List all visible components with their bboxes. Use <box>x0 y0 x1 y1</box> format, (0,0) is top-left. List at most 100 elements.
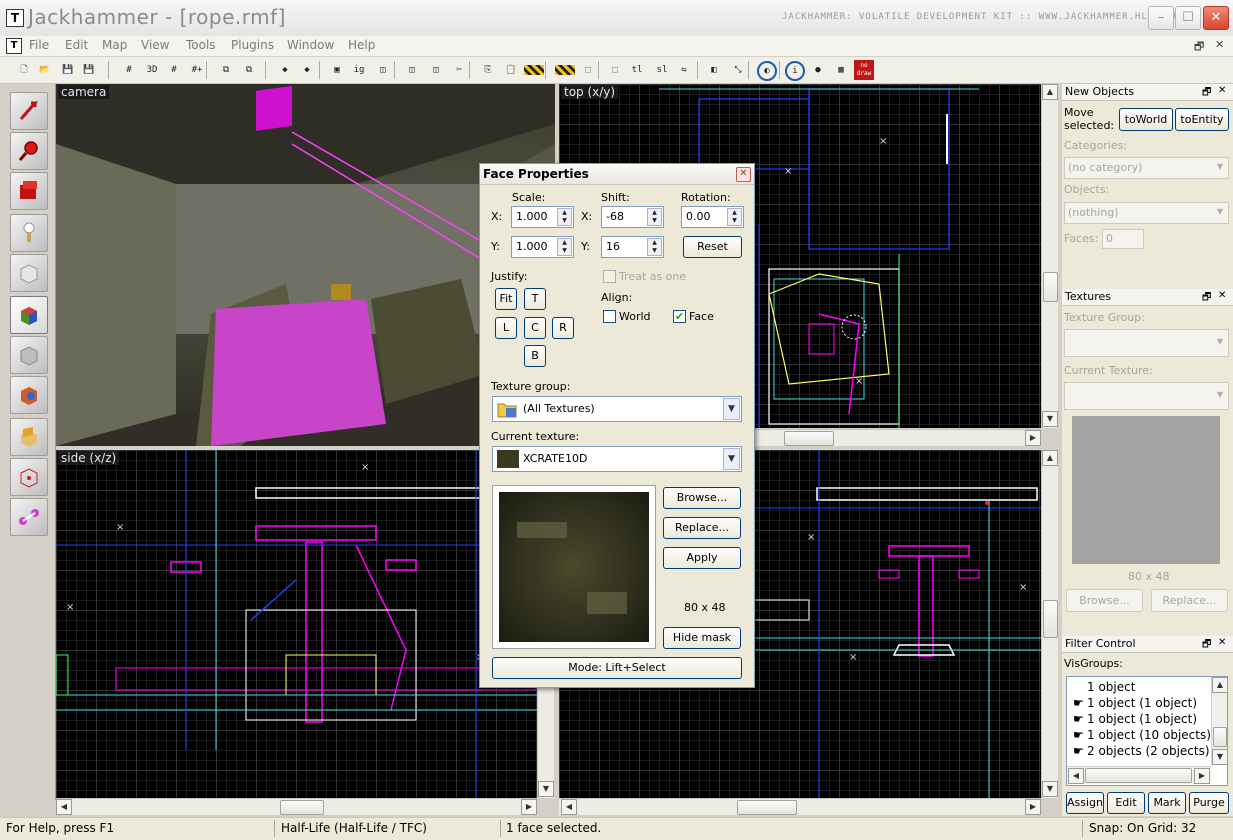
select-box-icon[interactable]: ⬚ <box>578 60 598 80</box>
current-texture-dropdown[interactable]: XCRATE10D ▼ <box>492 446 742 472</box>
info-icon[interactable]: i <box>785 61 805 81</box>
to-world-button[interactable]: toWorld <box>1119 108 1173 131</box>
spin-arrows-icon[interactable]: ▲ ▼ <box>647 208 662 226</box>
chevron-down-icon[interactable]: ▼ <box>723 448 740 470</box>
hazard-icon[interactable]: ▨ <box>524 65 544 75</box>
hide-mask-button[interactable]: Hide mask <box>663 627 741 649</box>
3d-grid-icon[interactable]: 3D <box>142 60 162 80</box>
panel-close-icon[interactable]: ✕ <box>1218 85 1226 96</box>
list-item[interactable]: 1 object <box>1087 680 1135 694</box>
ungroup-icon[interactable]: ⧉ <box>239 60 259 80</box>
entity-tool-icon[interactable] <box>10 214 48 252</box>
scroll-left-icon[interactable]: ◀ <box>561 799 577 815</box>
edit-button[interactable]: Edit <box>1107 792 1145 814</box>
textures-replace-button[interactable]: Replace... <box>1151 589 1228 612</box>
apply-texture-tool-icon[interactable] <box>10 336 48 374</box>
texture-lock-icon[interactable]: ◆ <box>297 60 317 80</box>
select-arrow-tool-icon[interactable] <box>10 92 48 130</box>
mode-button[interactable]: Mode: Lift+Select <box>492 657 742 679</box>
mdi-restore-icon[interactable]: 🗗 <box>1194 38 1204 57</box>
spin-arrows-icon[interactable]: ▲ ▼ <box>557 208 572 226</box>
scroll-thumb[interactable] <box>1043 272 1058 302</box>
spin-arrows-icon[interactable]: ▲ ▼ <box>557 238 572 256</box>
sl-icon[interactable]: sl <box>652 60 672 80</box>
rotation-field[interactable]: 0.00 ▲ ▼ <box>681 206 744 228</box>
shift-y-field[interactable]: 16 ▲ ▼ <box>601 236 664 258</box>
mark-button[interactable]: Mark <box>1148 792 1186 814</box>
shift-x-field[interactable]: -68 ▲ ▼ <box>601 206 664 228</box>
align-icon[interactable]: ◧ <box>704 60 724 80</box>
flip-icon[interactable]: ⇋ <box>674 60 694 80</box>
camera-tool-icon[interactable] <box>10 172 48 210</box>
top-vertical-scrollbar[interactable]: ▲ ▼ <box>1041 84 1058 428</box>
point-icon[interactable]: ● <box>808 60 828 80</box>
maximize-button[interactable]: ☐ <box>1175 6 1201 30</box>
paste-icon[interactable]: 📋 <box>501 60 521 80</box>
list-horizontal-scrollbar[interactable]: ◀ ▶ <box>1067 766 1211 784</box>
menu-map[interactable]: Map <box>102 38 127 52</box>
scale-y-field[interactable]: 1.000 ▲ ▼ <box>511 236 574 258</box>
textures-browse-button[interactable]: Browse... <box>1066 589 1143 612</box>
new-file-icon[interactable]: 🗋 <box>14 60 34 80</box>
menu-edit[interactable]: Edit <box>65 38 88 52</box>
clip-tool-icon[interactable] <box>10 458 48 496</box>
block-tool-icon[interactable] <box>10 254 48 292</box>
categories-dropdown[interactable]: (no category) ▼ <box>1064 157 1229 179</box>
side-viewport[interactable]: × × × × side (x/z) <box>56 450 537 798</box>
list-item[interactable]: 1 object (1 object) <box>1087 712 1197 726</box>
current-texture-dropdown[interactable]: ▼ <box>1064 382 1229 410</box>
align-face-checkbox[interactable]: ✔ <box>673 310 686 323</box>
magnify-tool-icon[interactable] <box>10 132 48 170</box>
align-world-checkbox[interactable] <box>603 310 616 323</box>
justify-left-button[interactable]: L <box>495 317 517 339</box>
save-icon[interactable]: 💾 <box>58 60 78 80</box>
group-icon[interactable]: ⧉ <box>216 60 236 80</box>
scroll-right-icon[interactable]: ▶ <box>1025 799 1041 815</box>
list-item[interactable]: 1 object (10 objects) <box>1087 728 1211 742</box>
no-draw-icon[interactable]: no draw <box>854 60 874 80</box>
texture-group-dropdown[interactable]: (All Textures) ▼ <box>492 396 742 422</box>
scroll-thumb[interactable] <box>1043 600 1058 638</box>
panel-restore-icon[interactable]: 🗗 <box>1202 637 1211 654</box>
vertex-tool-icon[interactable] <box>10 498 48 536</box>
objects-dropdown[interactable]: (nothing) ▼ <box>1064 202 1229 224</box>
grid-icon[interactable]: # <box>119 60 139 80</box>
minimize-button[interactable]: – <box>1148 6 1174 30</box>
side-horizontal-scrollbar[interactable]: ◀ ▶ <box>56 798 537 815</box>
sphere-icon[interactable]: ◐ <box>757 61 777 81</box>
justify-right-button[interactable]: R <box>552 317 574 339</box>
menu-help[interactable]: Help <box>348 38 375 52</box>
menu-tools[interactable]: Tools <box>186 38 216 52</box>
spin-arrows-icon[interactable]: ▲ ▼ <box>727 208 742 226</box>
scroll-right-icon[interactable]: ▶ <box>1194 768 1210 784</box>
dialog-close-icon[interactable]: ✕ <box>736 167 751 182</box>
scroll-up-icon[interactable]: ▲ <box>1042 450 1058 466</box>
close-button[interactable]: ✕ <box>1203 6 1229 30</box>
wireframe-icon[interactable]: ▦ <box>831 60 851 80</box>
chevron-down-icon[interactable]: ▼ <box>1213 334 1227 350</box>
ignore-groups-icon[interactable]: ig <box>349 60 369 80</box>
select-dashed-icon[interactable]: ⬚ <box>605 60 625 80</box>
reset-button[interactable]: Reset <box>683 236 742 258</box>
save-as-icon[interactable]: 💾 <box>79 60 99 80</box>
browse-button[interactable]: Browse... <box>663 487 741 509</box>
cube-icon[interactable]: ◫ <box>426 60 446 80</box>
overlay-tool-icon[interactable] <box>10 418 48 456</box>
cut-icon[interactable]: ✂ <box>449 60 469 80</box>
document-icon[interactable]: T <box>6 38 22 54</box>
menu-view[interactable]: View <box>141 38 169 52</box>
menu-window[interactable]: Window <box>287 38 334 52</box>
list-vertical-scrollbar[interactable]: ▲ ▼ <box>1211 677 1228 765</box>
scroll-down-icon[interactable]: ▼ <box>538 781 554 797</box>
open-folder-icon[interactable]: 📂 <box>35 60 55 80</box>
scroll-up-icon[interactable]: ▲ <box>1212 677 1228 693</box>
panel-restore-icon[interactable]: 🗗 <box>1202 85 1211 102</box>
front-vertical-scrollbar[interactable]: ▲ ▼ <box>1041 450 1058 798</box>
list-item[interactable]: 1 object (1 object) <box>1087 696 1197 710</box>
justify-center-button[interactable]: C <box>524 317 546 339</box>
scroll-thumb[interactable] <box>280 800 324 815</box>
scroll-right-icon[interactable]: ▶ <box>521 799 537 815</box>
scale-x-field[interactable]: 1.000 ▲ ▼ <box>511 206 574 228</box>
scroll-down-icon[interactable]: ▼ <box>1212 749 1228 765</box>
chevron-down-icon[interactable]: ▼ <box>1213 159 1227 175</box>
